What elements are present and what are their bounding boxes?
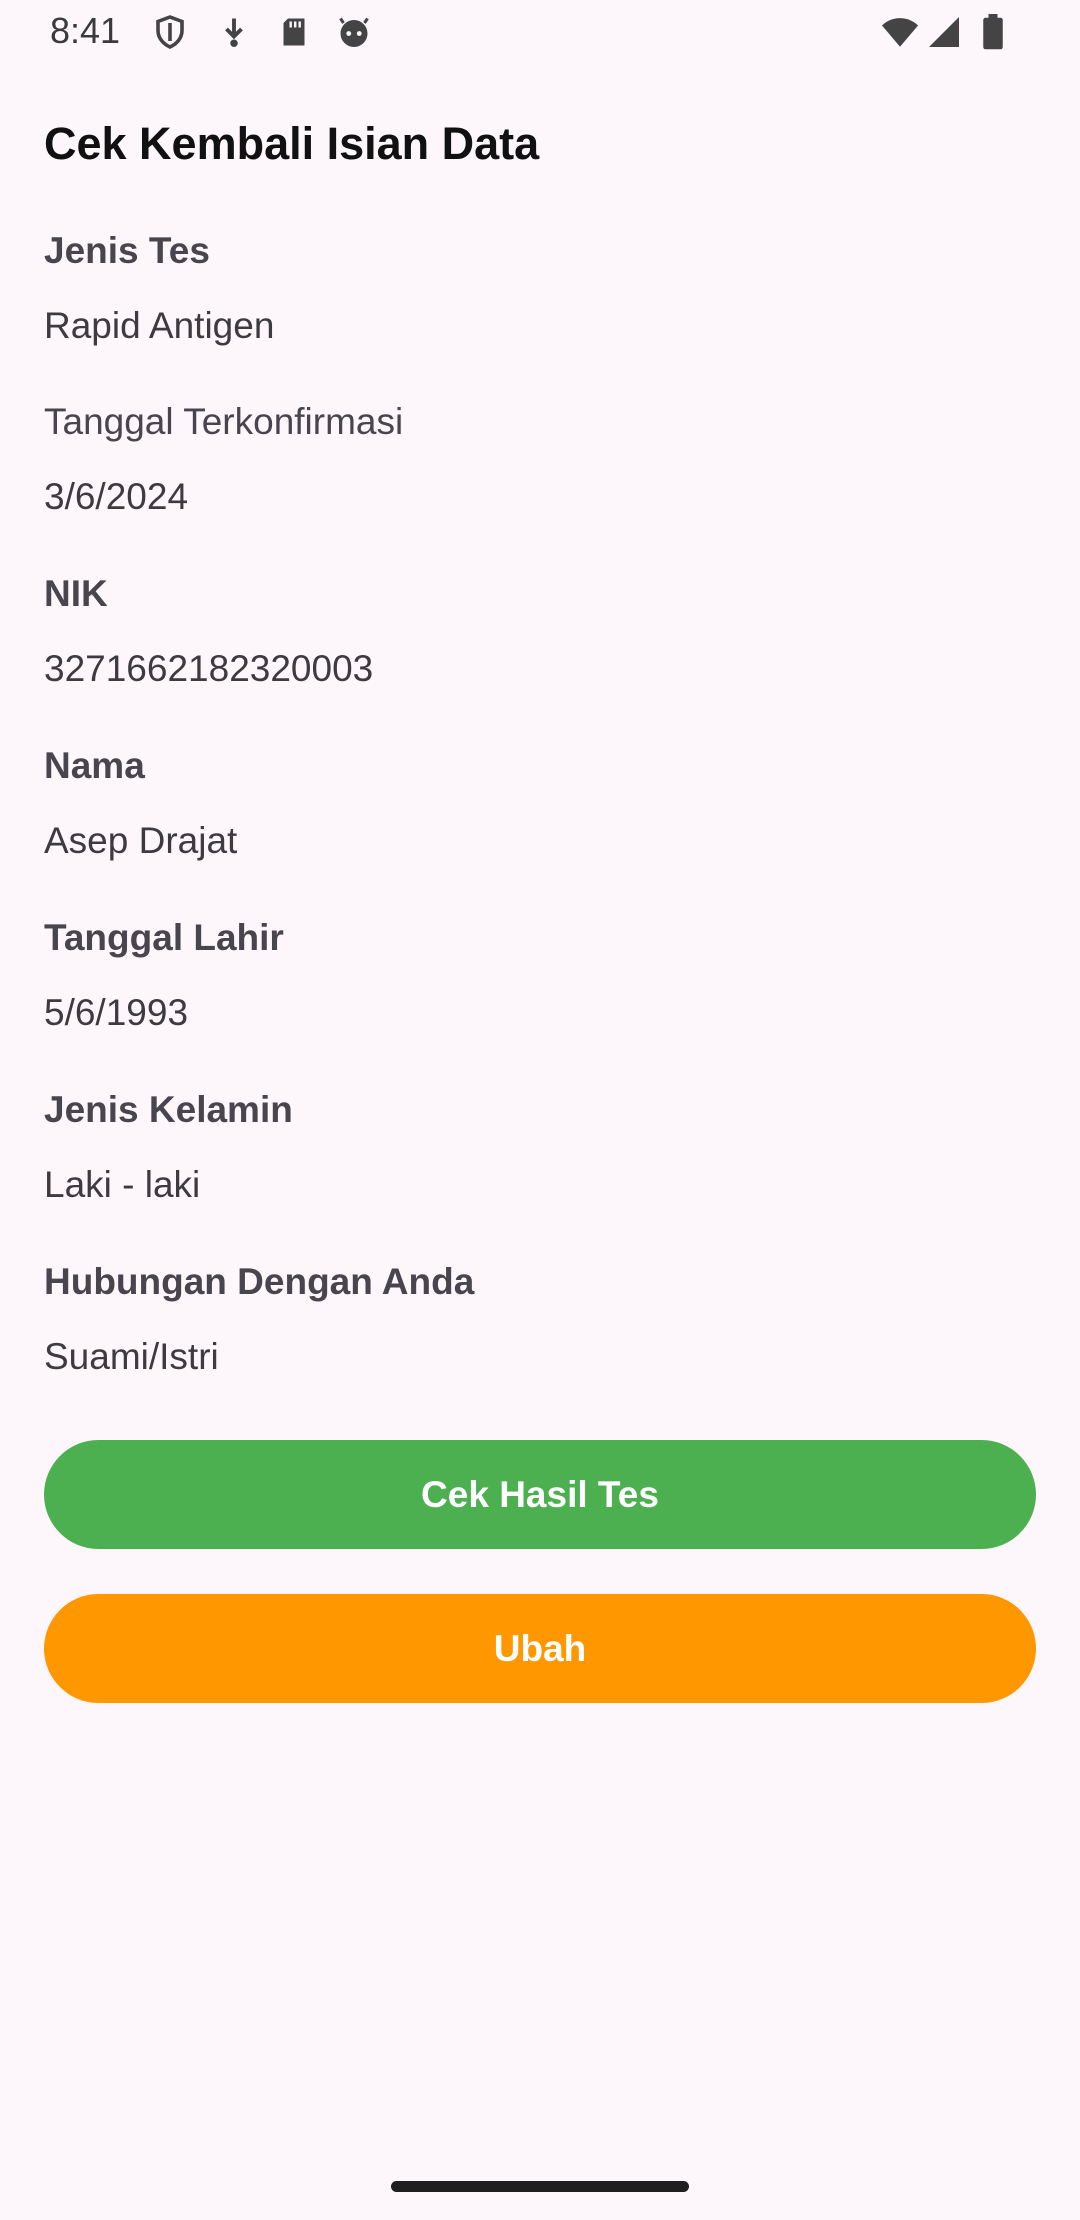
sd-card-icon: [276, 14, 312, 50]
birth-date-value: 5/6/1993: [44, 992, 189, 1033]
test-type-label: Jenis Tes: [44, 230, 210, 271]
name-label: Nama: [44, 745, 145, 786]
wifi-icon: [880, 14, 918, 50]
name-value: Asep Drajat: [44, 820, 238, 861]
gender-value: Laki - laki: [44, 1164, 201, 1205]
test-type-value: Rapid Antigen: [44, 305, 275, 346]
shield-icon: [152, 14, 188, 50]
cell-signal-icon: [926, 14, 962, 50]
status-bar: 8:41: [0, 0, 1080, 66]
gesture-nav-handle[interactable]: [391, 2181, 689, 2192]
nik-value: 3271662182320003: [44, 648, 374, 689]
gender-label: Jenis Kelamin: [44, 1089, 293, 1130]
confirmed-date-value: 3/6/2024: [44, 476, 189, 517]
download-icon: [216, 14, 252, 50]
page-title: Cek Kembali Isian Data: [44, 118, 540, 169]
relationship-label: Hubungan Dengan Anda: [44, 1261, 475, 1302]
confirmed-date-label: Tanggal Terkonfirmasi: [44, 401, 404, 442]
relationship-value: Suami/Istri: [44, 1336, 219, 1377]
birth-date-label: Tanggal Lahir: [44, 917, 284, 958]
edit-button[interactable]: Ubah: [44, 1594, 1036, 1703]
status-time: 8:41: [50, 10, 121, 51]
check-results-button[interactable]: Cek Hasil Tes: [44, 1440, 1036, 1549]
android-face-icon: [336, 14, 372, 50]
nik-label: NIK: [44, 573, 108, 614]
battery-icon: [978, 14, 1014, 50]
